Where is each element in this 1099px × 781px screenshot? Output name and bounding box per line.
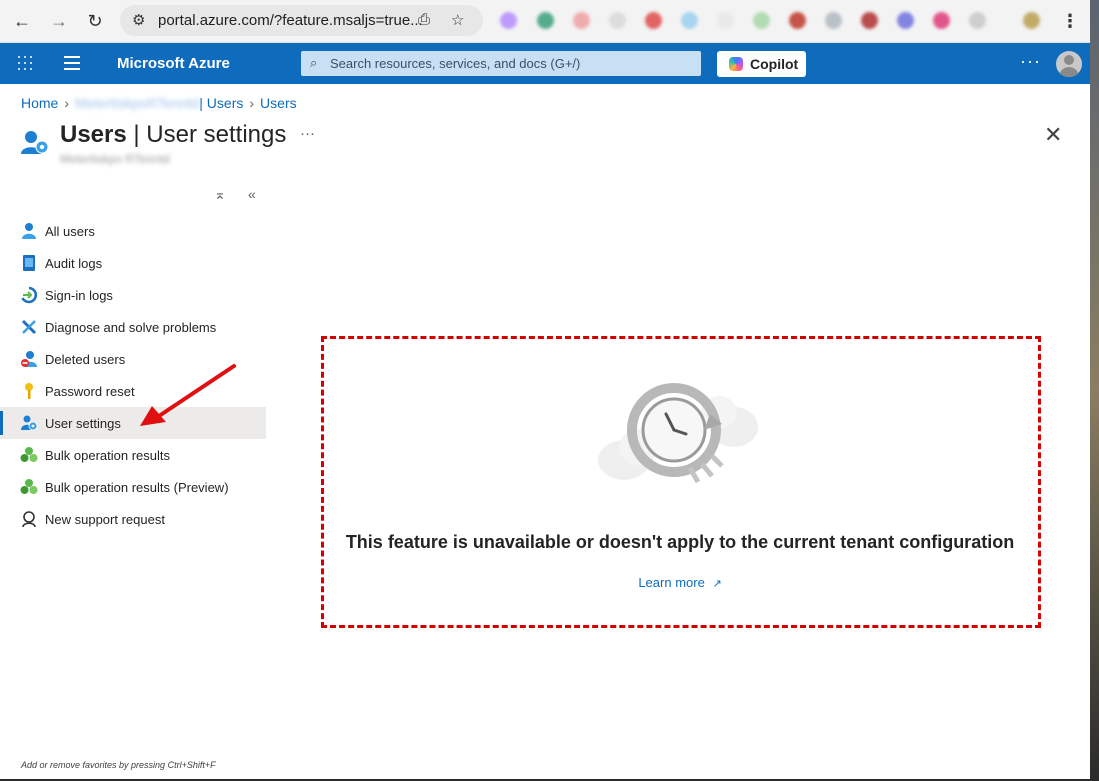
extension-icon[interactable] [573, 12, 590, 29]
back-icon[interactable]: ← [10, 9, 34, 33]
sidebar-item-label: Diagnose and solve problems [45, 319, 217, 335]
page-title-separator: | [126, 121, 147, 148]
extension-icon[interactable] [825, 12, 842, 29]
extension-icon[interactable] [537, 12, 554, 29]
sidebar-item-sign-in-logs[interactable]: Sign-in logs [0, 279, 266, 311]
extension-icon[interactable] [609, 12, 626, 29]
browser-toolbar: ← → ↻ ⚙ portal.azure.com/?feature.msaljs… [0, 0, 1090, 43]
browser-window: ← → ↻ ⚙ portal.azure.com/?feature.msaljs… [0, 0, 1091, 779]
extension-icon[interactable] [969, 12, 986, 29]
extension-icon[interactable] [645, 12, 662, 29]
extension-icon[interactable] [717, 12, 734, 29]
user-icon [22, 223, 36, 239]
annotation-arrow-icon [140, 364, 236, 426]
sidebar-item-label: Password reset [45, 383, 135, 399]
extension-icon[interactable] [933, 12, 950, 29]
hamburger-menu-icon[interactable] [64, 56, 80, 74]
sidebar-item-label: Audit logs [45, 255, 103, 271]
url-text: portal.azure.com/?feature.msaljs=true... [158, 12, 423, 29]
chevron-right-icon: › [64, 95, 70, 111]
reload-icon[interactable]: ↻ [83, 9, 107, 33]
extension-icon[interactable] [753, 12, 770, 29]
extension-icon[interactable] [897, 12, 914, 29]
breadcrumb-tenant-redacted[interactable]: MetertiskpoRTenntd [75, 95, 199, 111]
sidebar-item-label: All users [45, 223, 95, 239]
extension-icon[interactable] [681, 12, 698, 29]
more-options-icon[interactable]: ··· [1020, 51, 1041, 72]
sidebar-item-bulk-operation-results[interactable]: Bulk operation results [0, 439, 266, 471]
copilot-icon [729, 57, 743, 71]
avatar-body [1059, 67, 1079, 77]
sign-in-icon [21, 286, 38, 304]
sidebar-item-label: New support request [45, 511, 165, 527]
close-icon[interactable]: ✕ [1044, 122, 1062, 148]
bookmark-star-icon[interactable]: ☆ [451, 11, 464, 29]
app-launcher-icon[interactable] [17, 55, 33, 71]
user-settings-icon [21, 415, 38, 431]
profile-icon[interactable] [1023, 12, 1040, 29]
audit-log-icon [23, 255, 35, 271]
breadcrumb: Home › MetertiskpoRTenntd| Users › Users [21, 95, 297, 111]
global-search-input[interactable]: ⌕ Search resources, services, and docs (… [301, 51, 701, 76]
sidebar-item-bulk-operation-results-preview[interactable]: Bulk operation results (Preview) [0, 471, 266, 503]
extension-icon[interactable] [861, 12, 878, 29]
sidebar-item-audit-logs[interactable]: Audit logs [0, 247, 266, 279]
learn-more-label: Learn more [638, 575, 705, 590]
chevron-right-icon: › [249, 95, 255, 111]
forward-icon[interactable]: → [47, 9, 71, 33]
sidebar-item-label: Bulk operation results [45, 447, 171, 463]
user-settings-icon [21, 131, 49, 154]
collapse-menu-icon[interactable]: « [248, 186, 256, 202]
sidebar-item-new-support-request[interactable]: New support request [0, 503, 266, 535]
copilot-button[interactable]: Copilot [717, 51, 806, 77]
breadcrumb-tenant-users[interactable]: | Users [199, 95, 243, 111]
sidebar-item-label: Bulk operation results (Preview) [45, 479, 229, 495]
extension-icon[interactable] [500, 12, 517, 29]
support-icon [22, 511, 36, 528]
key-icon [25, 383, 33, 399]
browser-menu-icon[interactable]: ⋮ [1058, 9, 1082, 33]
search-icon: ⌕ [310, 55, 318, 70]
sidebar-item-all-users[interactable]: All users [0, 215, 266, 247]
avatar-head [1064, 55, 1074, 65]
page-title-main: Users [60, 121, 127, 148]
bulk-icon [20, 447, 38, 462]
page-subtitle-redacted: Metertiskpo RTenntd [60, 152, 170, 166]
breadcrumb-home[interactable]: Home [21, 95, 58, 111]
desktop-background [1090, 0, 1099, 781]
search-placeholder: Search resources, services, and docs (G+… [330, 56, 581, 71]
sidebar-item-diagnose[interactable]: Diagnose and solve problems [0, 311, 266, 343]
sidebar-item-label: User settings [45, 415, 121, 431]
install-app-icon[interactable]: ⎙ [418, 11, 430, 28]
unavailable-clock-illustration [598, 383, 758, 484]
external-link-icon: ↗ [712, 578, 722, 590]
sidebar-item-label: Deleted users [45, 351, 126, 367]
page-more-icon[interactable]: ··· [300, 125, 315, 142]
avatar[interactable] [1056, 51, 1082, 77]
page-title-sub: User settings [146, 121, 287, 148]
site-info-icon[interactable]: ⚙ [132, 11, 145, 29]
favorites-hint: Add or remove favorites by pressing Ctrl… [21, 760, 216, 770]
unavailable-message: This feature is unavailable or doesn't a… [345, 532, 1015, 552]
learn-more-link[interactable]: Learn more ↗ [321, 575, 1039, 590]
deleted-user-icon [21, 351, 37, 367]
breadcrumb-users[interactable]: Users [260, 95, 297, 111]
azure-header: Microsoft Azure ⌕ Search resources, serv… [0, 43, 1090, 84]
expand-menu-icon[interactable]: ⌅ [214, 186, 226, 203]
page-title: Users | User settings [60, 121, 286, 149]
extension-icon[interactable] [789, 12, 806, 29]
portal-title[interactable]: Microsoft Azure [117, 55, 230, 72]
bulk-icon [20, 479, 38, 494]
address-bar[interactable]: ⚙ portal.azure.com/?feature.msaljs=true.… [120, 5, 483, 36]
copilot-label: Copilot [750, 56, 799, 72]
sidebar-item-label: Sign-in logs [45, 287, 113, 303]
wrench-icon [21, 319, 37, 335]
